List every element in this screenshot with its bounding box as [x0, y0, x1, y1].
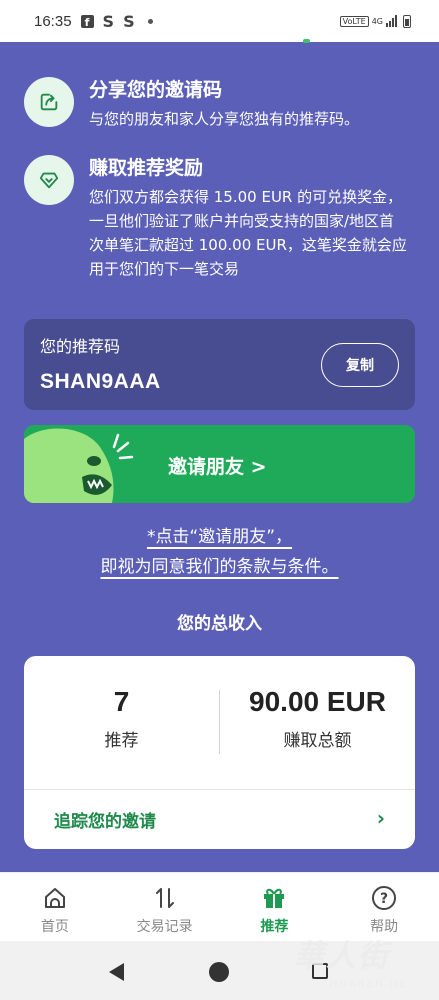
terms-line-2[interactable]: 即视为同意我们的条款与条件。 [0, 552, 439, 577]
transfer-history-icon [155, 888, 174, 908]
referral-code-label: 您的推荐码 [40, 337, 121, 356]
status-time: 16:35 [34, 12, 72, 30]
invite-friends-button[interactable]: 邀请朋友 > [24, 425, 415, 503]
help-icon: ? [372, 886, 397, 910]
nav-label: 交易记录 [136, 919, 193, 935]
scroll-indicator [303, 39, 310, 43]
home-button-icon[interactable] [209, 962, 229, 982]
amount-stat: 90.00 EUR 赚取总额 [220, 686, 415, 751]
volte-badge: VoLTE [339, 15, 369, 27]
mascot-illustration [24, 428, 134, 503]
feature-share-code: 分享您的邀请码 与您的朋友和家人分享您独有的推荐码。 [24, 77, 409, 131]
nav-label: 推荐 [260, 919, 289, 935]
referrals-stat: 7 推荐 [24, 686, 219, 751]
terms-link-text[interactable]: *点击“邀请朋友”， [147, 527, 292, 547]
feature-title: 赚取推荐奖励 [89, 157, 204, 179]
referrals-count: 7 [113, 686, 130, 717]
nav-label: 首页 [40, 919, 69, 935]
network-type: 4G [371, 16, 383, 26]
terms-line-1[interactable]: *点击“邀请朋友”， [0, 522, 439, 547]
back-icon[interactable] [109, 963, 124, 981]
diamond-icon [24, 155, 74, 205]
invite-friends-label: 邀请朋友 > [168, 456, 267, 478]
feature-earn-rewards: 赚取推荐奖励 您们双方都会获得 15.00 EUR 的可兑换奖金，一旦他们验证了… [24, 155, 409, 281]
copy-button[interactable]: 复制 [321, 343, 399, 387]
gift-icon [264, 888, 285, 908]
earnings-card: 7 推荐 90.00 EUR 赚取总额 追踪您的邀请 › [24, 656, 415, 849]
feature-title: 分享您的邀请码 [89, 79, 223, 101]
watermark-logo: 華人街 [294, 939, 390, 974]
terms-link-text[interactable]: 即视为同意我们的条款与条件。 [101, 557, 339, 577]
signal-icon [386, 15, 397, 27]
notification-s-icon: S [102, 11, 115, 31]
share-icon [24, 77, 74, 127]
watermark-logo-sub: HUAREN.JIE [330, 979, 408, 990]
feature-desc: 与您的朋友和家人分享您独有的推荐码。 [89, 110, 360, 128]
notification-s-icon: S [123, 11, 135, 31]
referral-code-card: 您的推荐码 SHAN9AAA 复制 [24, 319, 415, 410]
feature-desc: 您们双方都会获得 15.00 EUR 的可兑换奖金，一旦他们验证了账户并向受支持… [89, 188, 407, 278]
nav-home[interactable]: 首页 [0, 873, 110, 941]
card-divider [24, 789, 415, 790]
referral-code-value: SHAN9AAA [40, 370, 161, 393]
nav-transactions[interactable]: 交易记录 [110, 873, 220, 941]
earned-amount: 90.00 EUR [249, 686, 386, 717]
total-earnings-title: 您的总收入 [177, 614, 262, 634]
status-bar: 16:35 f S S VoLTE 4G [0, 0, 439, 42]
more-notifications-icon [147, 18, 153, 24]
facebook-icon: f [80, 14, 94, 28]
svg-text:?: ? [380, 891, 388, 907]
battery-icon [403, 14, 411, 28]
track-invites-link[interactable]: 追踪您的邀请 [54, 807, 156, 832]
earned-amount-label: 赚取总额 [283, 731, 352, 751]
referrals-label: 推荐 [104, 731, 139, 751]
chevron-right-icon[interactable]: › [377, 806, 385, 830]
home-icon [44, 888, 65, 908]
